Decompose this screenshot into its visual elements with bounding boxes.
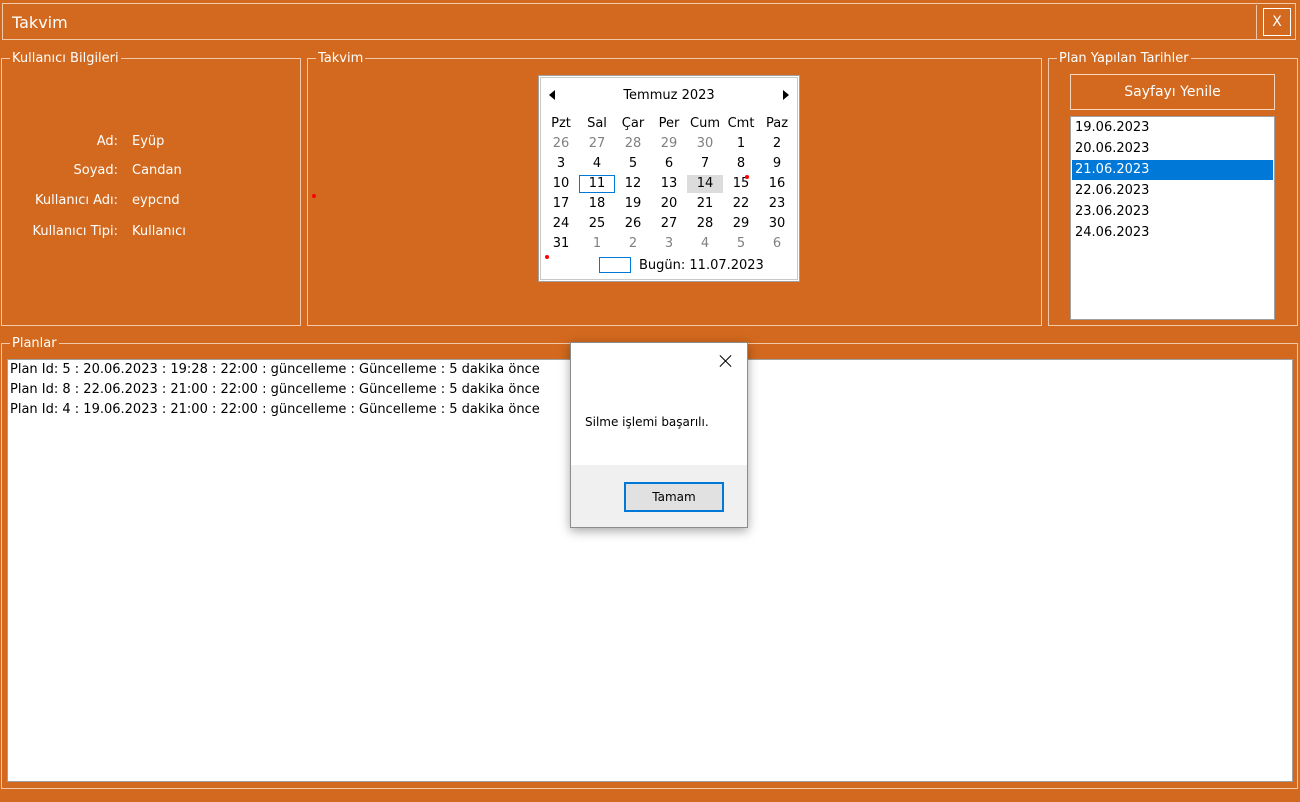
weekday-header: Per [658, 116, 680, 131]
user-info-group: Kullanıcı Bilgileri Ad: Eyüp Soyad: Cand… [1, 51, 301, 326]
calendar-legend: Takvim [316, 51, 366, 67]
calendar-day[interactable]: 4 [579, 155, 615, 173]
date-list-item[interactable]: 21.06.2023 [1072, 160, 1273, 180]
calendar-day[interactable]: 10 [543, 175, 579, 193]
calendar-day[interactable]: 3 [543, 155, 579, 173]
calendar-day[interactable]: 26 [543, 135, 579, 153]
calendar-day[interactable]: 19 [615, 195, 651, 213]
calendar-day[interactable]: 7 [687, 155, 723, 173]
marker-dot [545, 255, 549, 259]
calendar-day[interactable]: 31 [543, 235, 579, 253]
info-value: Candan [132, 163, 182, 178]
info-value: Eyüp [132, 134, 165, 149]
calendar-day[interactable]: 13 [651, 175, 687, 193]
calendar-today-label[interactable]: Bugün: 11.07.2023 [639, 258, 764, 273]
calendar-day[interactable]: 6 [759, 235, 795, 253]
title-bar: Takvim [2, 3, 1296, 40]
info-label: Kullanıcı Adı: [35, 193, 118, 208]
calendar-day[interactable]: 16 [759, 175, 795, 193]
user-info-legend: Kullanıcı Bilgileri [10, 51, 121, 67]
marker-dot [745, 175, 749, 179]
calendar-day[interactable]: 22 [723, 195, 759, 213]
calendar-day[interactable]: 2 [615, 235, 651, 253]
today-marker[interactable] [599, 257, 631, 273]
calendar-next-icon[interactable] [783, 90, 789, 100]
calendar-day[interactable]: 4 [687, 235, 723, 253]
weekday-header: Paz [765, 116, 789, 131]
marker-dot [312, 194, 316, 198]
weekday-header: Cmt [727, 116, 755, 131]
calendar-day[interactable]: 1 [723, 135, 759, 153]
planned-dates-legend: Plan Yapılan Tarihler [1057, 51, 1191, 67]
info-value: eypcnd [132, 193, 180, 208]
calendar-day[interactable]: 26 [615, 215, 651, 233]
ok-button[interactable]: Tamam [624, 482, 724, 512]
calendar-day[interactable]: 6 [651, 155, 687, 173]
calendar-day[interactable]: 2 [759, 135, 795, 153]
message-dialog: Silme işlemi başarılı. Tamam [570, 342, 748, 528]
calendar-day[interactable]: 30 [687, 135, 723, 153]
calendar-day[interactable]: 25 [579, 215, 615, 233]
calendar-day[interactable]: 1 [579, 235, 615, 253]
info-label: Kullanıcı Tipi: [32, 224, 118, 239]
plans-legend: Planlar [10, 336, 59, 352]
calendar-day[interactable]: 20 [651, 195, 687, 213]
date-list-item[interactable]: 23.06.2023 [1072, 202, 1273, 222]
calendar-day[interactable]: 27 [651, 215, 687, 233]
weekday-header: Sal [587, 116, 607, 131]
calendar-day[interactable]: 3 [651, 235, 687, 253]
info-value: Kullanıcı [132, 224, 186, 239]
planned-dates-list[interactable]: 19.06.2023 20.06.2023 21.06.2023 22.06.2023… [1070, 116, 1275, 320]
info-label: Soyad: [73, 163, 119, 178]
calendar-month-label[interactable]: Temmuz 2023 [539, 88, 799, 103]
date-list-item[interactable]: 24.06.2023 [1072, 223, 1273, 243]
date-list-item[interactable]: 20.06.2023 [1072, 139, 1273, 159]
calendar-day[interactable]: 5 [723, 235, 759, 253]
date-list-item[interactable]: 22.06.2023 [1072, 181, 1273, 201]
calendar-day[interactable]: 11 [579, 175, 615, 193]
weekday-header: Çar [621, 116, 645, 131]
weekday-header: Pzt [551, 116, 571, 131]
info-label: Ad: [96, 134, 118, 149]
calendar-day[interactable]: 9 [759, 155, 795, 173]
calendar-day[interactable]: 8 [723, 155, 759, 173]
calendar-day[interactable]: 14 [687, 175, 723, 193]
calendar-day[interactable]: 15 [723, 175, 759, 193]
calendar-day[interactable]: 21 [687, 195, 723, 213]
calendar-day[interactable]: 30 [759, 215, 795, 233]
weekday-header: Cum [690, 116, 720, 131]
calendar-day[interactable]: 27 [579, 135, 615, 153]
calendar-day[interactable]: 23 [759, 195, 795, 213]
calendar-day[interactable]: 5 [615, 155, 651, 173]
dialog-footer: Tamam [571, 465, 747, 527]
calendar-day[interactable]: 18 [579, 195, 615, 213]
close-icon[interactable] [717, 352, 735, 370]
window-title: Takvim [12, 13, 68, 32]
calendar-day[interactable]: 28 [687, 215, 723, 233]
calendar-day[interactable]: 12 [615, 175, 651, 193]
calendar-day[interactable]: 29 [651, 135, 687, 153]
date-list-item[interactable]: 19.06.2023 [1072, 118, 1273, 138]
close-icon[interactable]: X [1263, 8, 1291, 36]
month-calendar[interactable]: Temmuz 2023 Pzt Sal Çar Per Cum Cmt Paz 26 27 28 2… [538, 75, 800, 282]
refresh-page-button[interactable]: Sayfayı Yenile [1070, 74, 1275, 110]
dialog-message: Silme işlemi başarılı. [585, 415, 709, 429]
calendar-day[interactable]: 24 [543, 215, 579, 233]
calendar-day[interactable]: 29 [723, 215, 759, 233]
window-close-button[interactable]: X [1256, 5, 1296, 40]
calendar-day[interactable]: 17 [543, 195, 579, 213]
calendar-day[interactable]: 28 [615, 135, 651, 153]
